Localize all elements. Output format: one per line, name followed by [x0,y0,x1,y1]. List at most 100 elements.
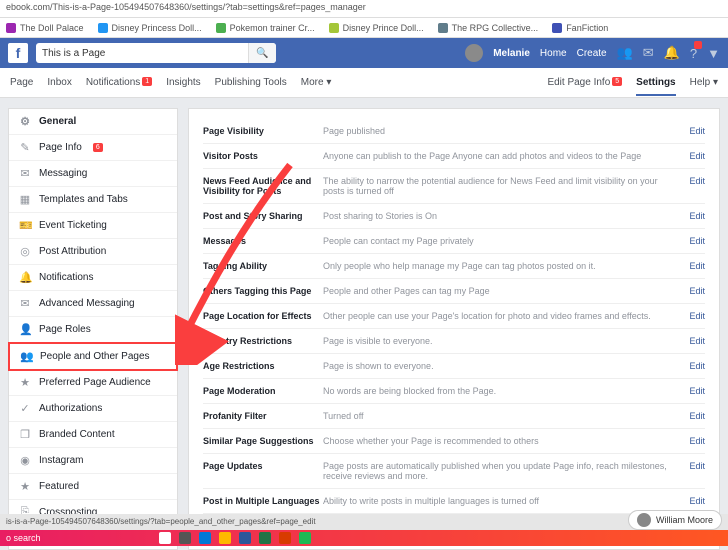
search-value: This is a Page [42,48,105,59]
sidebar-item-authorizations[interactable]: ✓Authorizations [9,396,177,422]
bookmark-item[interactable]: Pokemon trainer Cr... [216,23,315,33]
sidebar-item-event-ticketing[interactable]: 🎫Event Ticketing [9,213,177,239]
sidebar-item-advanced-messaging[interactable]: ✉Advanced Messaging [9,291,177,317]
nav-publishing-tools[interactable]: Publishing Tools [215,77,287,88]
sidebar-item-branded-content[interactable]: ❐Branded Content [9,422,177,448]
bookmark-item[interactable]: The RPG Collective... [438,23,539,33]
sidebar-item-notifications[interactable]: 🔔Notifications [9,265,177,291]
excel-icon[interactable] [259,532,271,544]
dropdown-icon[interactable]: ▼ [707,46,720,61]
sidebar-item-templates-and-tabs[interactable]: ▦Templates and Tabs [9,187,177,213]
setting-row: Page ModerationNo words are being blocke… [203,379,705,404]
notifications-icon[interactable]: 🔔 [664,45,680,61]
nav-notifications[interactable]: Notifications1 [86,77,152,88]
messages-icon[interactable]: ✉ [643,45,654,61]
setting-label: Page Visibility [203,126,323,136]
nav-edit-page-info[interactable]: Edit Page Info5 [547,77,622,88]
edit-link[interactable]: Edit [689,151,705,161]
setting-row: Post in Multiple LanguagesAbility to wri… [203,489,705,514]
setting-value: The ability to narrow the potential audi… [323,176,689,196]
sidebar-item-general[interactable]: ⚙General [9,109,177,135]
url-bar[interactable]: ebook.com/This-is-a-Page-105494507648360… [0,0,728,18]
sidebar-item-people-and-other-pages[interactable]: 👥People and Other Pages [8,342,178,371]
facebook-logo-icon[interactable]: f [8,43,28,63]
powerpoint-icon[interactable] [279,532,291,544]
edit-link[interactable]: Edit [689,386,705,396]
setting-value: No words are being blocked from the Page… [323,386,689,396]
sidebar-item-page-roles[interactable]: 👤Page Roles [9,317,177,343]
user-name[interactable]: Melanie [493,48,530,59]
sidebar-item-instagram[interactable]: ◉Instagram [9,448,177,474]
nav-page[interactable]: Page [10,77,33,88]
sidebar-item-messaging[interactable]: ✉Messaging [9,161,177,187]
edit-link[interactable]: Edit [689,236,705,246]
bookmark-item[interactable]: The Doll Palace [6,23,84,33]
sidebar-icon: 🔔 [19,271,31,284]
setting-row: Country RestrictionsPage is visible to e… [203,329,705,354]
nav-insights[interactable]: Insights [166,77,200,88]
sidebar-icon: 🎫 [19,219,31,232]
edit-link[interactable]: Edit [689,211,705,221]
status-user-chip[interactable]: William Moore [628,510,722,530]
setting-label: Similar Page Suggestions [203,436,323,446]
edit-link[interactable]: Edit [689,436,705,446]
sidebar-icon: ◎ [19,245,31,258]
edit-link[interactable]: Edit [689,461,705,481]
edge-icon[interactable] [199,532,211,544]
nav-inbox[interactable]: Inbox [47,77,71,88]
favicon-icon [438,23,448,33]
avatar[interactable] [465,44,483,62]
bookmark-item[interactable]: FanFiction [552,23,608,33]
edit-link[interactable]: Edit [689,311,705,321]
search-input[interactable]: This is a Page 🔍 [36,43,276,63]
explorer-icon[interactable] [219,532,231,544]
sidebar-item-page-info[interactable]: ✎Page Info6 [9,135,177,161]
setting-label: Country Restrictions [203,336,323,346]
edit-link[interactable]: Edit [689,496,705,506]
setting-value: Page is visible to everyone. [323,336,689,346]
sidebar-item-post-attribution[interactable]: ◎Post Attribution [9,239,177,265]
nav-help-[interactable]: Help ▾ [690,77,718,88]
edit-link[interactable]: Edit [689,261,705,271]
setting-row: Page VisibilityPage publishedEdit [203,119,705,144]
quick-help-icon[interactable]: ? [690,46,697,61]
edit-link[interactable]: Edit [689,411,705,421]
avatar-icon [637,513,651,527]
nav-home[interactable]: Home [540,48,567,59]
taskbar-search[interactable]: o search [6,533,41,543]
friends-icon[interactable]: 👥 [617,45,633,61]
setting-value: Ability to write posts in multiple langu… [323,496,689,506]
nav-more-[interactable]: More ▾ [301,77,332,88]
sidebar-icon: 👥 [20,350,32,363]
edit-link[interactable]: Edit [689,361,705,371]
word-icon[interactable] [239,532,251,544]
cortana-icon[interactable] [159,532,171,544]
setting-value: Turned off [323,411,689,421]
setting-value: Post sharing to Stories is On [323,211,689,221]
setting-value: Anyone can publish to the Page Anyone ca… [323,151,689,161]
setting-value: Only people who help manage my Page can … [323,261,689,271]
sidebar-icon: ▦ [19,193,31,206]
nav-create[interactable]: Create [577,48,607,59]
setting-label: Post and Story Sharing [203,211,323,221]
edit-link[interactable]: Edit [689,176,705,196]
spotify-icon[interactable] [299,532,311,544]
edit-link[interactable]: Edit [689,126,705,136]
sidebar-item-preferred-page-audience[interactable]: ★Preferred Page Audience [9,370,177,396]
taskview-icon[interactable] [179,532,191,544]
sidebar-icon: ❐ [19,428,31,441]
sidebar-icon: ⚙ [19,115,31,128]
edit-link[interactable]: Edit [689,336,705,346]
bookmark-item[interactable]: Disney Princess Doll... [98,23,202,33]
sidebar-item-featured[interactable]: ★Featured [9,474,177,500]
sidebar-icon: ✎ [19,141,31,154]
search-icon[interactable]: 🔍 [248,43,276,63]
bookmark-item[interactable]: Disney Prince Doll... [329,23,424,33]
setting-label: Profanity Filter [203,411,323,421]
setting-label: Age Restrictions [203,361,323,371]
settings-panel: Page VisibilityPage publishedEditVisitor… [188,108,720,550]
nav-settings[interactable]: Settings [636,77,675,96]
favicon-icon [329,23,339,33]
sidebar-icon: ★ [19,480,31,493]
edit-link[interactable]: Edit [689,286,705,296]
